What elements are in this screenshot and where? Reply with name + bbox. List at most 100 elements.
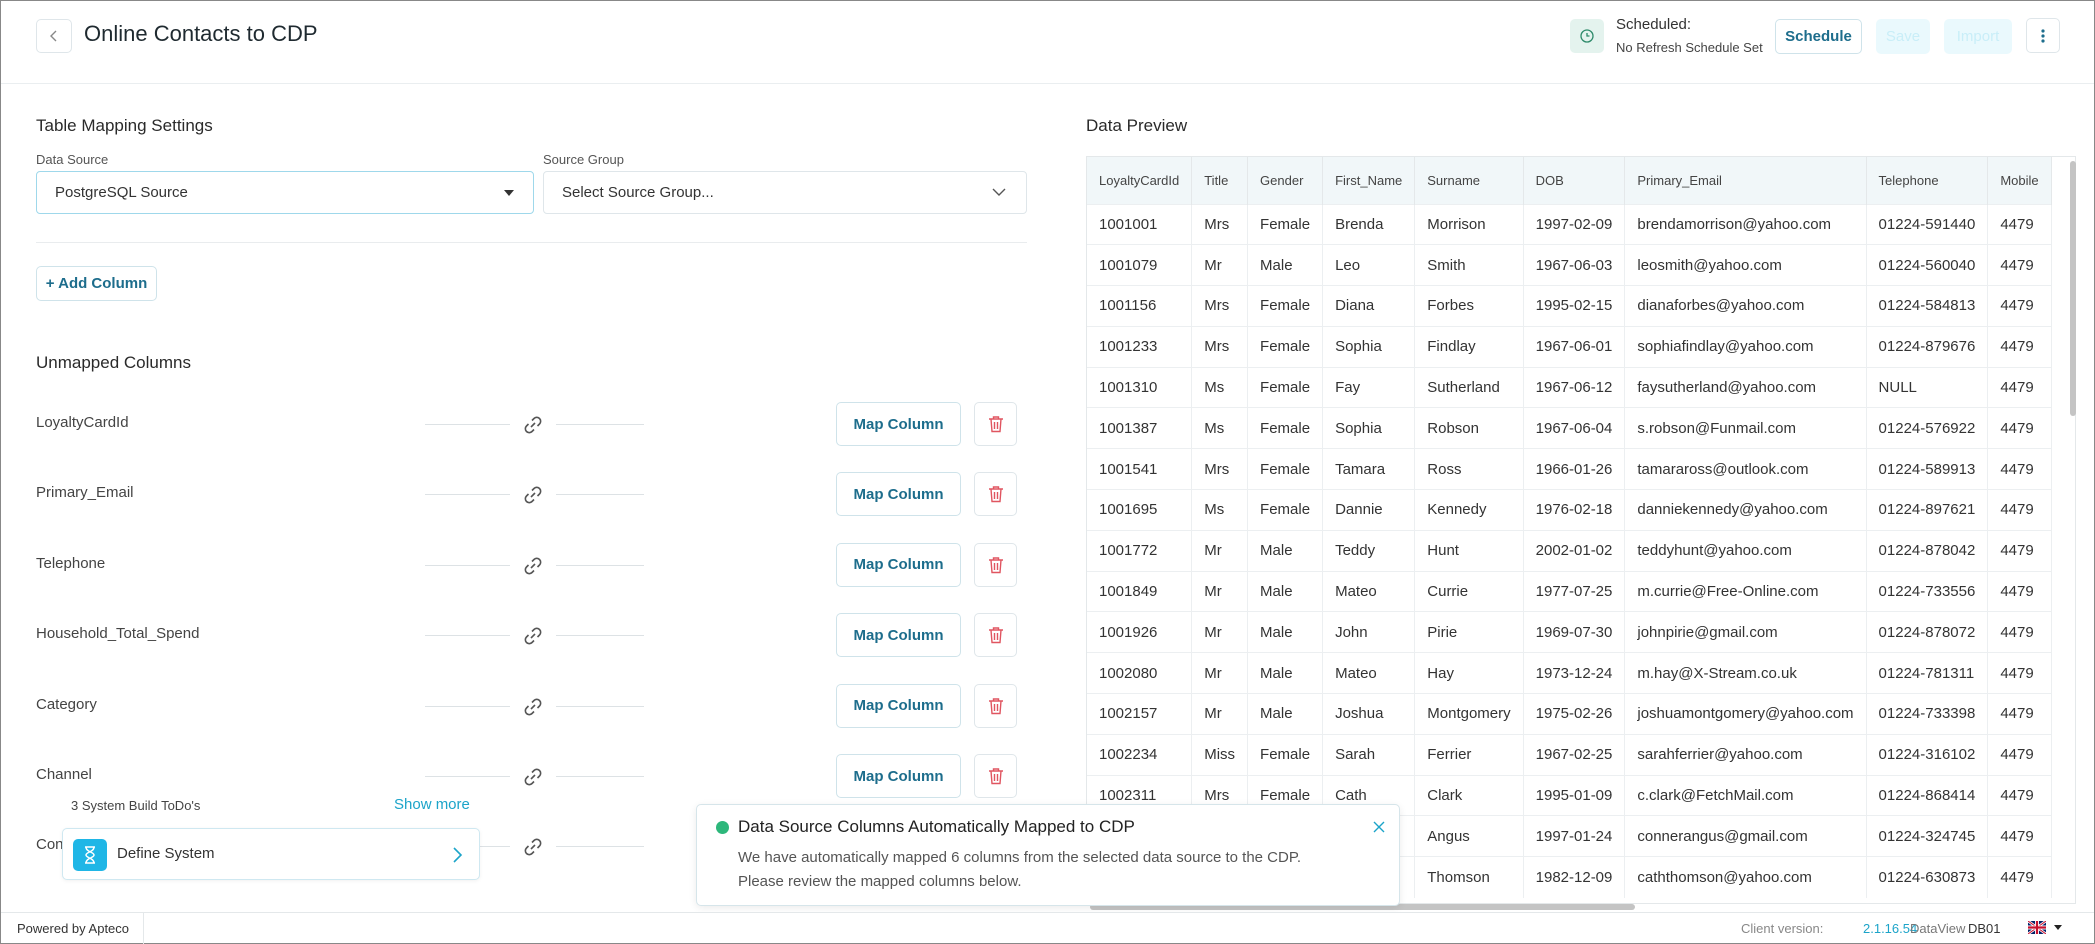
delete-column-button[interactable] (974, 472, 1017, 517)
schedule-button[interactable]: Schedule (1775, 19, 1862, 54)
table-cell: faysutherland@yahoo.com (1624, 366, 1867, 408)
table-cell: 1967-06-12 (1523, 366, 1626, 408)
table-header-cell[interactable]: Primary_Email (1624, 157, 1867, 204)
table-cell: 4479 (1987, 815, 2052, 857)
show-more-link[interactable]: Show more (394, 796, 470, 813)
table-header-cell[interactable]: Mobile (1987, 157, 2052, 204)
connector-line (556, 424, 644, 425)
vertical-scrollbar[interactable] (2070, 161, 2076, 416)
map-column-button[interactable]: Map Column (836, 683, 961, 728)
more-menu-button[interactable] (2026, 18, 2060, 53)
connector-line (556, 705, 644, 707)
todo-count: 3 System Build ToDo's (71, 798, 201, 813)
table-cell: Fay (1322, 366, 1416, 408)
data-source-select[interactable]: PostgreSQL Source (36, 171, 534, 214)
connector-line (556, 635, 644, 637)
map-column-button[interactable]: Map Column (836, 472, 961, 517)
table-cell: 1001079 (1087, 244, 1193, 286)
map-column-button[interactable]: Map Column (836, 542, 961, 587)
table-cell: Montgomery (1414, 693, 1524, 735)
table-cell: Sophia (1322, 325, 1416, 368)
table-header-cell[interactable]: First_Name (1322, 157, 1416, 204)
table-row: 1001541 Mrs Female Tamara Ross 1966-01-26 tama… (1087, 448, 2052, 490)
table-cell: Smith (1414, 244, 1524, 286)
table-cell: Forbes (1414, 285, 1524, 327)
table-cell: Male (1247, 652, 1324, 694)
table-cell: Joshua (1322, 693, 1416, 735)
add-column-button[interactable]: + Add Column (36, 266, 157, 301)
connector-line (556, 494, 644, 496)
map-column-button[interactable]: Map Column (836, 754, 961, 798)
save-button[interactable]: Save (1876, 19, 1930, 54)
source-group-select[interactable]: Select Source Group... (543, 171, 1027, 214)
import-button[interactable]: Import (1944, 19, 2012, 54)
table-cell: Female (1247, 489, 1324, 531)
table-header-cell[interactable]: Gender (1247, 157, 1324, 204)
table-cell: 1001156 (1087, 285, 1193, 327)
data-preview-table-container[interactable]: LoyaltyCardId Title Gender First_Name Surnam… (1086, 156, 2076, 904)
data-preview-table: LoyaltyCardId Title Gender First_Name Surnam… (1087, 157, 2052, 898)
table-cell: Angus (1414, 815, 1524, 857)
table-mapping-title: Table Mapping Settings (36, 116, 213, 135)
close-icon[interactable] (1372, 820, 1386, 834)
schedule-value: No Refresh Schedule Set (1616, 40, 1763, 55)
table-cell: Thomson (1414, 856, 1524, 898)
link-icon (524, 627, 542, 645)
trash-icon (988, 697, 1003, 714)
table-cell: Mrs (1191, 448, 1249, 490)
table-cell: 4479 (1987, 529, 2052, 572)
table-cell: Ferrier (1414, 733, 1524, 776)
table-cell: 4479 (1987, 407, 2052, 449)
powered-by: Powered by Apteco (17, 921, 130, 936)
table-cell: Male (1247, 529, 1324, 572)
delete-column-button[interactable] (974, 613, 1017, 658)
chevron-left-icon (50, 30, 57, 42)
language-caret-icon[interactable] (2054, 925, 2062, 930)
toast-message-line-1: We have automatically mapped 6 columns f… (738, 849, 1302, 866)
delete-column-button[interactable] (974, 683, 1017, 728)
table-cell: 01224-878042 (1866, 529, 1989, 572)
unmapped-column-name: Channel (36, 766, 92, 783)
table-cell: Mr (1191, 570, 1249, 612)
connector-line (425, 776, 510, 777)
table-cell: 1001310 (1087, 366, 1193, 408)
table-cell: 1002080 (1087, 652, 1193, 694)
table-cell: 1002234 (1087, 733, 1193, 776)
success-icon (716, 821, 729, 834)
uk-flag-icon[interactable] (2028, 921, 2046, 934)
delete-column-button[interactable] (974, 542, 1017, 587)
table-cell: 4479 (1987, 693, 2052, 735)
table-cell: 4479 (1987, 856, 2052, 898)
table-cell: 4479 (1987, 611, 2052, 653)
table-header-cell[interactable]: Title (1191, 157, 1249, 204)
back-button[interactable] (36, 19, 72, 53)
table-row: 1002234 Miss Female Sarah Ferrier 1967-02-25 s… (1087, 733, 2052, 776)
table-header-cell[interactable]: Surname (1414, 157, 1524, 204)
table-cell: connerangus@gmail.com (1624, 815, 1867, 857)
chevron-right-icon (453, 847, 463, 863)
map-column-button[interactable]: Map Column (836, 613, 961, 658)
table-cell: 2002-01-02 (1523, 529, 1626, 572)
table-cell: 1001541 (1087, 448, 1193, 490)
table-row: 1001001 Mrs Female Brenda Morrison 1997-02-09… (1087, 203, 2052, 245)
data-source-value: PostgreSQL Source (55, 184, 188, 201)
delete-column-button[interactable] (974, 754, 1017, 798)
table-cell: Male (1247, 244, 1324, 286)
kebab-menu-icon (2041, 28, 2045, 43)
delete-column-button[interactable] (974, 402, 1017, 446)
dataview-label: DataView (1910, 921, 1966, 936)
table-cell: 01224-591440 (1866, 203, 1989, 245)
table-cell: Tamara (1322, 448, 1416, 490)
trash-icon (988, 557, 1003, 573)
table-row: 1001233 Mrs Female Sophia Findlay 1967-06-01 s… (1087, 325, 2052, 368)
unmapped-column-row: Household_Total_Spend Map Column (1, 611, 1031, 659)
table-header-cell[interactable]: Telephone (1866, 157, 1989, 204)
table-cell: Mr (1191, 611, 1249, 653)
connector-line (425, 494, 510, 496)
table-header-cell[interactable]: LoyaltyCardId (1087, 157, 1193, 204)
todo-item-define-system[interactable]: Define System (62, 828, 480, 880)
table-cell: Miss (1191, 733, 1249, 776)
map-column-button[interactable]: Map Column (836, 402, 961, 446)
link-icon (524, 698, 542, 716)
table-header-cell[interactable]: DOB (1523, 157, 1626, 204)
